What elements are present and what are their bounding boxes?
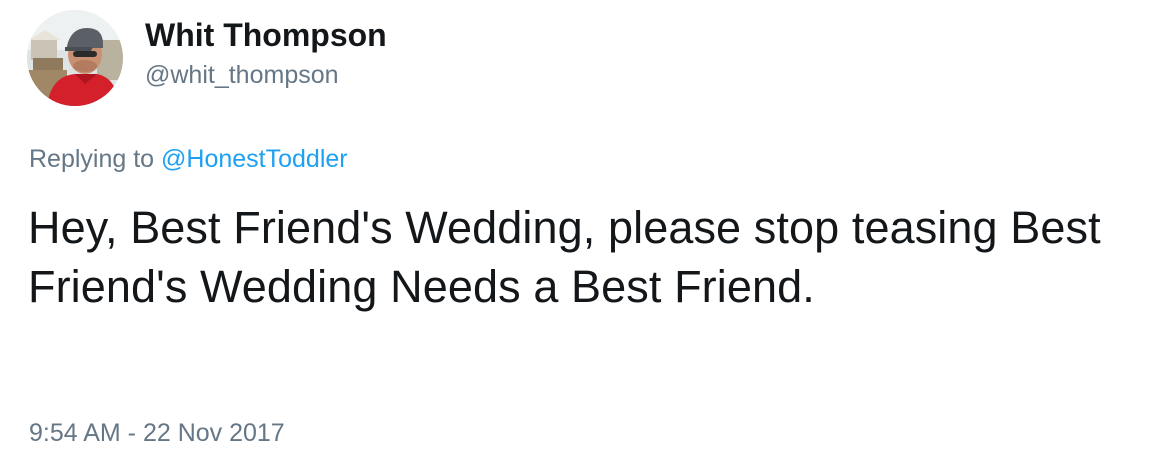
author-display-name[interactable]: Whit Thompson [145, 14, 387, 56]
author-names: Whit Thompson @whit_thompson [145, 10, 387, 92]
tweet-timestamp[interactable]: 9:54 AM - 22 Nov 2017 [29, 416, 285, 450]
tweet-header: Whit Thompson @whit_thompson [27, 10, 387, 106]
avatar[interactable] [27, 10, 123, 106]
replying-to: Replying to @HonestToddler [29, 142, 348, 176]
reply-mention-link[interactable]: @HonestToddler [161, 145, 348, 173]
tweet-card: Whit Thompson @whit_thompson Replying to… [0, 0, 1158, 467]
author-handle[interactable]: @whit_thompson [145, 58, 387, 92]
avatar-photo-icon [27, 10, 123, 106]
tweet-text: Hey, Best Friend's Wedding, please stop … [28, 202, 1101, 312]
replying-to-prefix: Replying to [29, 145, 162, 173]
